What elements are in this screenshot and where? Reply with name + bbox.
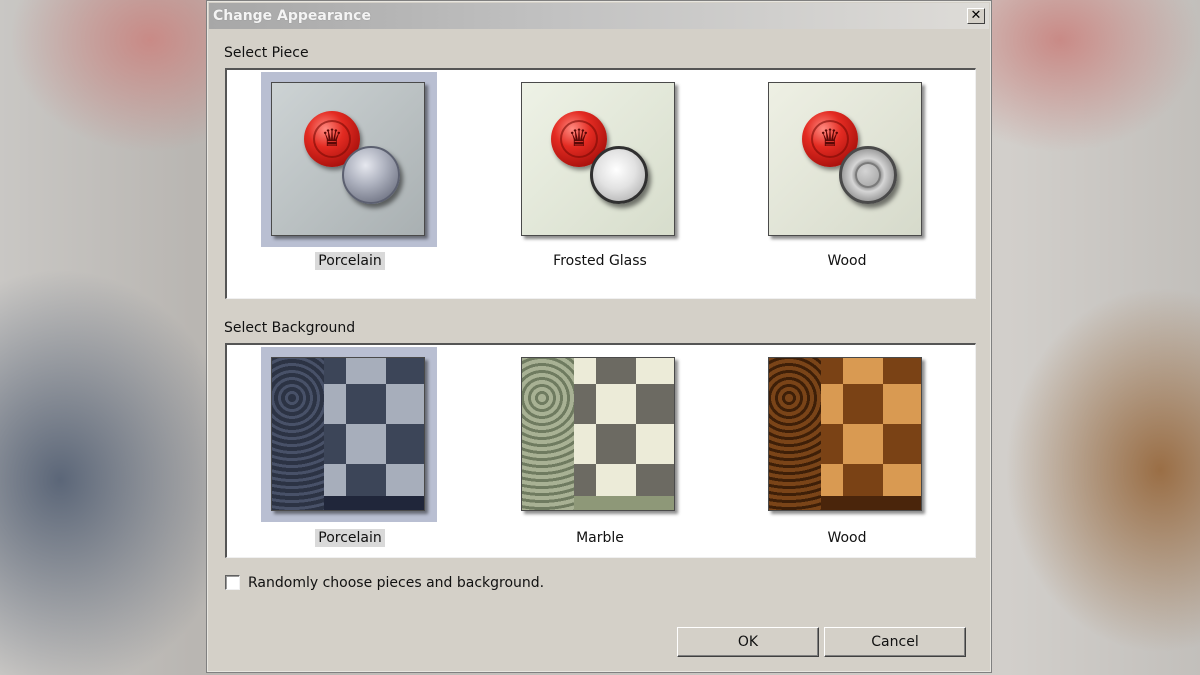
crown-icon: ♛ [321, 124, 343, 152]
grey-piece-icon [342, 146, 400, 204]
crown-icon: ♛ [568, 124, 590, 152]
board-rail [324, 496, 424, 510]
checkerboard [324, 358, 424, 504]
background-label-wood: Wood [827, 530, 867, 546]
dialog-title: Change Appearance [213, 8, 371, 24]
cancel-button[interactable]: Cancel [824, 627, 966, 657]
wood-piece-thumbnail: ♛ [768, 82, 922, 236]
white-piece-icon [590, 146, 648, 204]
checkerboard [574, 358, 674, 504]
piece-label-wood: Wood [827, 253, 867, 269]
grey-piece-icon [839, 146, 897, 204]
ornate-frame [272, 358, 329, 510]
title-bar: Change Appearance ✕ [209, 3, 989, 29]
piece-label-frosted-glass: Frosted Glass [553, 253, 647, 269]
porcelain-board-thumbnail [271, 357, 425, 511]
ornate-frame [522, 358, 579, 510]
select-background-label: Select Background [224, 320, 356, 336]
change-appearance-dialog: Change Appearance ✕ Select Piece ♛ Porce… [206, 0, 992, 673]
marble-board-thumbnail [521, 357, 675, 511]
wood-board-thumbnail [768, 357, 922, 511]
crown-icon: ♛ [819, 124, 841, 152]
frosted-glass-piece-thumbnail: ♛ [521, 82, 675, 236]
close-button[interactable]: ✕ [967, 8, 985, 24]
random-choice-label[interactable]: Randomly choose pieces and background. [248, 575, 544, 591]
board-rail [574, 496, 674, 510]
random-choice-checkbox[interactable] [225, 575, 240, 590]
background-label-porcelain: Porcelain [261, 529, 439, 547]
select-piece-label: Select Piece [224, 45, 309, 61]
piece-label-porcelain: Porcelain [261, 252, 439, 270]
porcelain-piece-thumbnail: ♛ [271, 82, 425, 236]
ok-button[interactable]: OK [677, 627, 819, 657]
checkerboard [821, 358, 921, 504]
board-rail [821, 496, 921, 510]
ornate-frame [769, 358, 826, 510]
piece-options-panel: ♛ Porcelain ♛ Frosted Glass ♛ Wood [225, 68, 976, 299]
background-options-panel: Porcelain Marble Wood [225, 343, 976, 558]
background-label-marble: Marble [576, 530, 624, 546]
close-icon: ✕ [970, 8, 982, 23]
